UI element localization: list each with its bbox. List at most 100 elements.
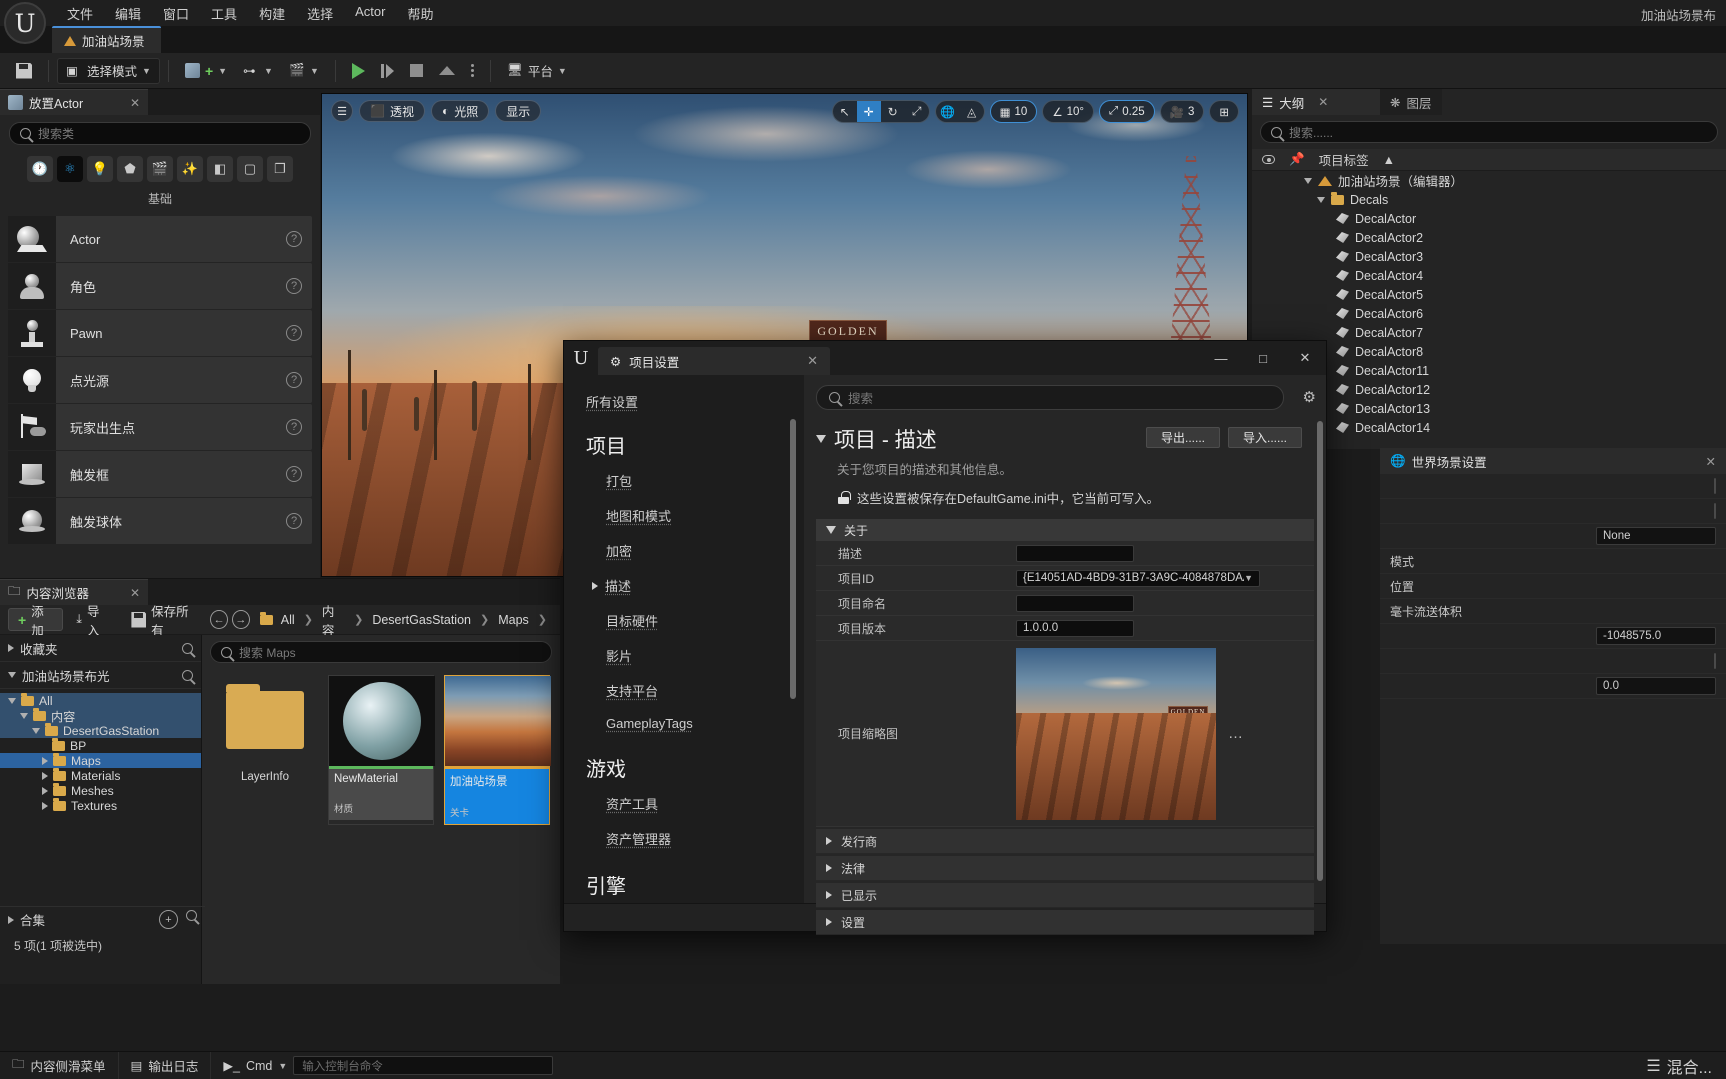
list-item[interactable]: 点光源 ? [8,357,312,403]
outliner-item-row[interactable]: DecalActor2 [1252,228,1726,247]
ws-value[interactable]: -1048575.0 [1596,627,1716,645]
table-row[interactable]: 毫卡流送体积 [1380,599,1726,624]
outliner-item-row[interactable]: DecalActor [1252,209,1726,228]
category-basic-icon[interactable]: ⚛ [57,156,83,182]
nav-item-maps-modes[interactable]: 地图和模式 [606,498,804,533]
asset-item[interactable]: 加油站场景 关卡 [444,675,551,825]
nav-item-encryption[interactable]: 加密 [606,533,804,568]
help-icon[interactable]: ? [286,419,302,435]
nav-back-button[interactable]: ← [210,610,229,629]
tree-node-bp[interactable]: BP [0,738,201,753]
nav-item-supported-platforms[interactable]: 支持平台 [606,673,804,708]
tree-node-desertgasstation[interactable]: DesertGasStation [0,723,201,738]
content-drawer-button[interactable]: 🗀 内容侧滑菜单 [0,1051,119,1079]
tree-node-content[interactable]: 内容 [0,708,201,724]
play-button[interactable] [344,58,373,84]
tab-outliner[interactable]: ☰ 大纲 ✕ [1252,89,1380,115]
tree-node-all[interactable]: All [0,693,201,708]
ws-value[interactable]: None [1596,527,1716,545]
category-shapes-icon[interactable]: ⬟ [117,156,143,182]
tree-node-materials[interactable]: Materials [0,768,201,783]
outliner-item-row[interactable]: DecalActor3 [1252,247,1726,266]
outliner-search-input[interactable]: 搜索...... [1260,121,1718,143]
dialog-titlebar[interactable]: U ⚙ 项目设置 ✕ — □ ✕ [564,341,1326,375]
output-log-button[interactable]: ▤ 输出日志 [119,1051,212,1079]
favorites-header[interactable]: 收藏夹 [0,635,201,662]
mode-selector-button[interactable]: ▣ 选择模式 ▼ [57,57,160,84]
ws-value[interactable]: 0.0 [1596,677,1716,695]
nav-scrollbar[interactable] [790,419,796,699]
help-icon[interactable]: ? [286,278,302,294]
scale-tool-icon[interactable]: ⤢ [905,101,929,122]
platforms-button[interactable]: 🖥 平台 ▼ [499,58,575,84]
category-recent-icon[interactable]: 🕐 [27,156,53,182]
checkbox[interactable] [1714,653,1716,669]
import-button[interactable]: 导入...... [1228,427,1302,448]
group-header-publisher[interactable]: 发行商 [816,829,1314,854]
list-item[interactable]: 触发球体 ? [8,498,312,544]
group-header-settings[interactable]: 设置 [816,910,1314,935]
nav-all-settings[interactable]: 所有设置 [586,387,804,416]
search-icon[interactable] [186,910,197,921]
menu-edit[interactable]: 编辑 [104,0,152,27]
outliner-root-row[interactable]: 加油站场景（编辑器） [1252,171,1726,190]
show-flags-button[interactable]: 显示 [495,100,542,122]
table-row[interactable]: 项目ID {E14051AD-4BD9-31B7-3A9C-4084878DAA… [816,566,1314,591]
cmd-selector[interactable]: ▶_ Cmd ▼ 输入控制台命令 [211,1052,565,1079]
list-item[interactable]: 触发框 ? [8,451,312,497]
table-row[interactable] [1380,649,1726,674]
category-volumes-icon[interactable]: ▢ [237,156,263,182]
thumbnail-menu-icon[interactable]: … [1228,641,1243,826]
help-icon[interactable]: ? [286,325,302,341]
menu-help[interactable]: 帮助 [396,0,444,27]
minimize-button[interactable]: — [1200,341,1242,375]
close-icon[interactable]: ✕ [130,586,140,600]
play-options-button[interactable] [463,58,482,84]
asset-item[interactable]: LayerInfo [212,675,318,825]
export-button[interactable]: 导出...... [1146,427,1220,448]
outliner-item-row[interactable]: DecalActor4 [1252,266,1726,285]
category-cinematic-icon[interactable]: 🎬 [147,156,173,182]
cinematics-button[interactable]: 🎬 ▼ [281,58,327,84]
settings-search-input[interactable]: 搜索 [816,385,1284,410]
description-field[interactable] [1016,544,1134,562]
checkbox[interactable] [1714,503,1716,519]
table-row[interactable]: 位置 [1380,574,1726,599]
outliner-item-row[interactable]: DecalActor6 [1252,304,1726,323]
nav-item-asset-manager[interactable]: 资产管理器 [606,821,804,856]
breadcrumb-maps[interactable]: Maps [498,613,529,627]
maximize-button[interactable]: □ [1242,341,1284,375]
tab-world-settings[interactable]: 🌐 世界场景设置 ✕ [1380,448,1726,474]
search-icon[interactable] [182,669,193,681]
table-row[interactable]: None [1380,524,1726,549]
tab-level[interactable]: 加油站场景 [52,26,161,53]
close-icon[interactable]: ✕ [1318,95,1328,109]
table-row[interactable]: 模式 [1380,549,1726,574]
menu-actor[interactable]: Actor [344,0,396,27]
group-header-displayed[interactable]: 已显示 [816,883,1314,908]
view-mode-perspective-button[interactable]: ⬛ 透视 [359,100,425,122]
select-tool-icon[interactable]: ↖ [833,101,857,122]
group-header-legal[interactable]: 法律 [816,856,1314,881]
nav-item-packaging[interactable]: 打包 [606,463,804,498]
project-version-field[interactable]: 1.0.0.0 [1016,619,1134,637]
lighting-mode-button[interactable]: ◐ 光照 [430,100,490,122]
scale-snap-control[interactable]: ⤢ 0.25 [1099,100,1155,123]
hamburger-icon[interactable]: ☰ [331,100,353,122]
save-all-button[interactable]: 保存所有 [122,605,206,638]
menu-select[interactable]: 选择 [296,0,344,27]
category-all-classes-icon[interactable]: ❐ [267,156,293,182]
tab-layers[interactable]: ❋ 图层 [1380,89,1442,115]
sort-asc-icon[interactable]: ▲ [1383,153,1395,167]
rotate-tool-icon[interactable]: ↻ [881,101,905,122]
import-button[interactable]: ⤓ 导入 [67,605,118,638]
save-button[interactable] [8,58,40,84]
unreal-logo-icon[interactable]: U [4,2,46,44]
table-row[interactable] [1380,474,1726,499]
list-item[interactable]: Actor ? [8,216,312,262]
nav-item-target-hardware[interactable]: 目标硬件 [606,603,804,638]
close-tab-icon[interactable]: ✕ [807,353,818,369]
blueprints-button[interactable]: ⊶ ▼ [235,58,281,84]
project-id-field[interactable]: {E14051AD-4BD9-31B7-3A9C-4084878DAAA ▼ [1016,569,1260,587]
tree-node-meshes[interactable]: Meshes [0,783,201,798]
